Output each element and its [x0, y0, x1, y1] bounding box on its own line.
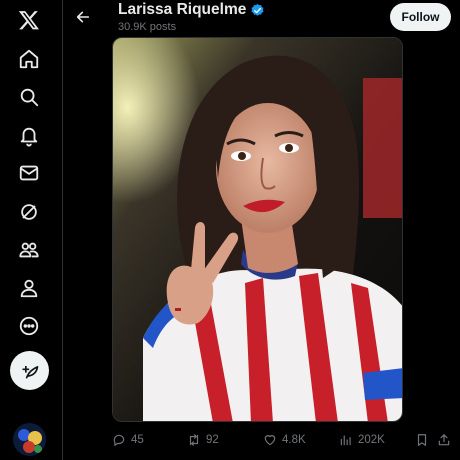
- profile-name: Larissa Riquelme: [118, 1, 247, 18]
- arrow-left-icon: [76, 11, 90, 23]
- views-button[interactable]: 202K: [339, 428, 385, 452]
- search-icon[interactable]: [9, 77, 49, 117]
- views-chart-icon: [340, 435, 351, 446]
- post-actions: 45 92 4.8K 202K: [112, 428, 457, 452]
- messages-icon[interactable]: [9, 153, 49, 193]
- reply-button[interactable]: 45: [112, 428, 144, 452]
- reply-icon: [113, 434, 125, 446]
- like-count: 4.8K: [282, 434, 306, 446]
- nav-divider: [62, 0, 63, 460]
- bookmark-button[interactable]: [415, 428, 429, 452]
- compose-post-button[interactable]: [10, 351, 49, 390]
- feather-plus-icon: [22, 365, 38, 378]
- share-button[interactable]: [437, 428, 451, 452]
- repost-icon: [189, 434, 199, 446]
- bookmark-icon: [417, 434, 427, 446]
- repost-button[interactable]: 92: [187, 428, 219, 452]
- back-button[interactable]: [70, 4, 96, 30]
- more-icon[interactable]: [9, 306, 49, 346]
- account-avatar[interactable]: [13, 423, 46, 456]
- views-count: 202K: [358, 434, 385, 446]
- posts-count: 30.9K posts: [118, 21, 177, 33]
- post-photo[interactable]: [112, 37, 403, 422]
- follow-button[interactable]: Follow: [390, 3, 451, 31]
- repost-count: 92: [206, 434, 219, 446]
- communities-icon[interactable]: [9, 230, 49, 270]
- share-icon: [438, 434, 450, 446]
- like-button[interactable]: 4.8K: [263, 428, 306, 452]
- profile-header: Larissa Riquelme: [118, 1, 265, 19]
- verified-badge-icon: [251, 3, 264, 16]
- x-logo-icon[interactable]: [9, 0, 49, 40]
- reply-count: 45: [131, 434, 144, 446]
- profile-icon[interactable]: [9, 268, 49, 308]
- home-icon[interactable]: [9, 39, 49, 79]
- notifications-icon[interactable]: [9, 116, 49, 156]
- grok-icon[interactable]: [9, 192, 49, 232]
- heart-icon: [264, 435, 276, 446]
- side-nav: [0, 0, 62, 460]
